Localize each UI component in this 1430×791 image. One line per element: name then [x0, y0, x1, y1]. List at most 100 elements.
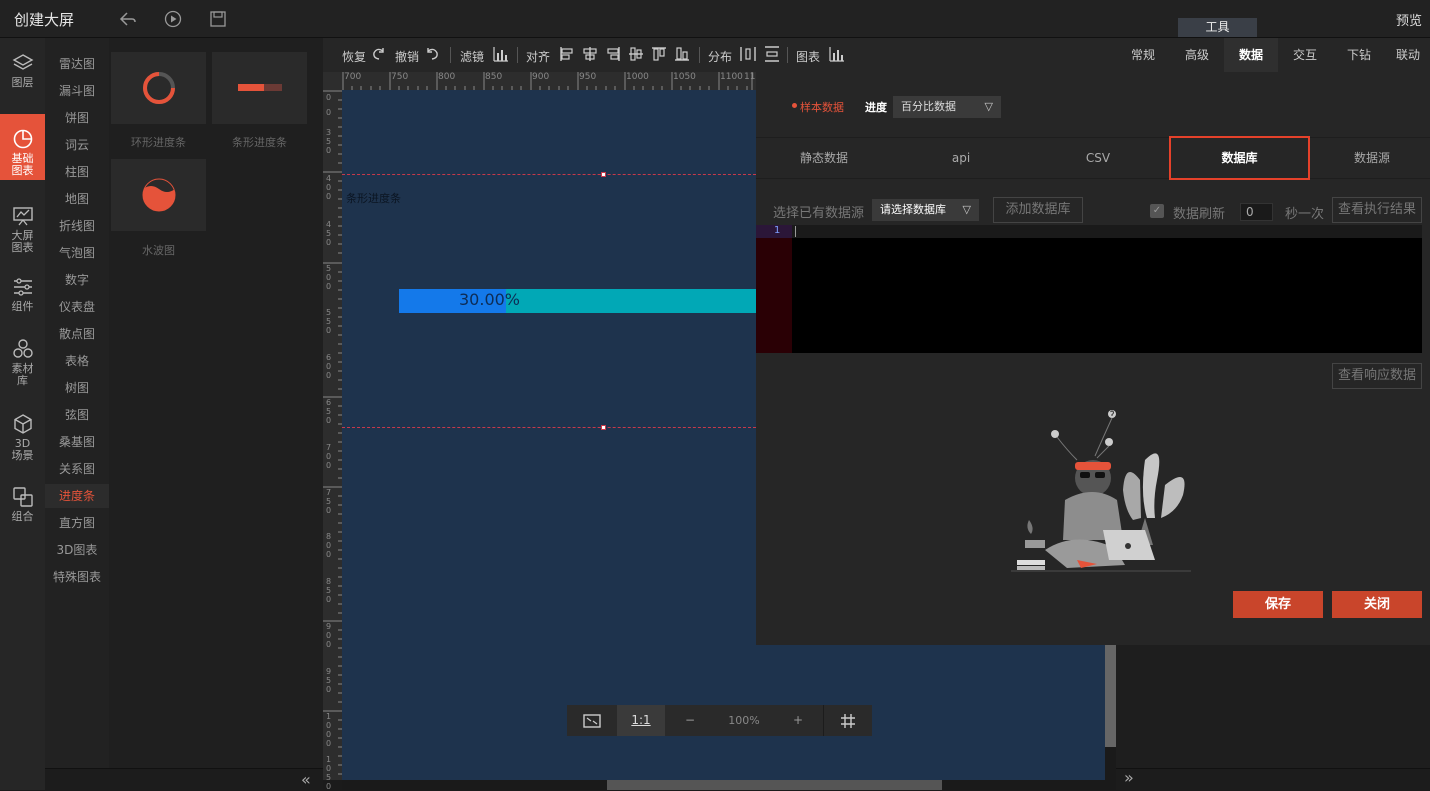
vertical-scrollbar-thumb[interactable]: [1105, 645, 1116, 747]
nav-materials[interactable]: 素材 库: [0, 338, 45, 387]
refresh-checkbox[interactable]: ✓: [1150, 204, 1164, 218]
guide-line-top[interactable]: [342, 174, 756, 175]
align-bottom-icon[interactable]: [674, 46, 690, 65]
bar-chart-icon[interactable]: [493, 46, 509, 65]
cube-icon: [13, 414, 32, 434]
sql-editor[interactable]: [792, 238, 1422, 353]
tab-data[interactable]: 数据: [1224, 38, 1278, 72]
category-item[interactable]: 特殊图表: [45, 565, 109, 589]
nav-layers[interactable]: 图层: [0, 52, 45, 89]
category-item[interactable]: 仪表盘: [45, 295, 109, 319]
tab-database[interactable]: 数据库: [1169, 136, 1310, 180]
chart-icon[interactable]: [829, 46, 845, 65]
tab-advanced[interactable]: 高级: [1170, 38, 1224, 72]
category-item[interactable]: 词云: [45, 133, 109, 157]
tools-tab[interactable]: 工具: [1178, 18, 1257, 37]
category-item[interactable]: 地图: [45, 187, 109, 211]
align-right-icon[interactable]: [605, 46, 621, 65]
tab-datasource[interactable]: 数据源: [1318, 138, 1426, 178]
back-icon[interactable]: [118, 9, 138, 29]
redo-icon[interactable]: [371, 46, 387, 65]
align-vcenter-icon[interactable]: [628, 46, 644, 65]
play-icon[interactable]: [163, 9, 183, 29]
category-item[interactable]: 饼图: [45, 106, 109, 130]
resize-handle-top[interactable]: [601, 172, 606, 177]
ruler-tick: 950: [326, 667, 332, 694]
category-item[interactable]: 3D图表: [45, 538, 109, 562]
tab-linkage[interactable]: 联动: [1386, 38, 1430, 72]
group-icon: [12, 487, 33, 507]
category-item[interactable]: 桑基图: [45, 430, 109, 454]
category-item[interactable]: 折线图: [45, 214, 109, 238]
nav-3d-scene[interactable]: 3D 场景: [0, 413, 45, 462]
category-item[interactable]: 漏斗图: [45, 79, 109, 103]
tab-drilldown[interactable]: 下钻: [1332, 38, 1386, 72]
align-top-icon[interactable]: [651, 46, 667, 65]
guide-line-bottom[interactable]: [342, 427, 756, 428]
category-item[interactable]: 柱图: [45, 160, 109, 184]
category-item[interactable]: 树图: [45, 376, 109, 400]
nav-basic-charts[interactable]: 基础 图表: [0, 114, 45, 180]
distribute-button[interactable]: 分布: [708, 48, 732, 65]
zoom-in-button[interactable]: +: [773, 705, 823, 736]
progress-data-select[interactable]: 百分比数据 ▽: [893, 96, 1001, 118]
tab-api[interactable]: api: [907, 138, 1015, 178]
ruler-left: 0 0 350 400 450 500 550 600 650 700 750 …: [323, 90, 342, 791]
zoom-out-button[interactable]: −: [665, 705, 715, 736]
thumb-bar-progress[interactable]: [212, 52, 307, 124]
distribute-v-icon[interactable]: [764, 46, 780, 65]
line-number: 1: [774, 225, 781, 236]
category-item[interactable]: 雷达图: [45, 52, 109, 76]
collapse-left-icon[interactable]: «: [301, 770, 311, 789]
category-item[interactable]: 弦图: [45, 403, 109, 427]
category-item[interactable]: 数字: [45, 268, 109, 292]
resize-handle-bottom[interactable]: [601, 425, 606, 430]
undo-icon[interactable]: [424, 46, 440, 65]
ruler-tick: 1050: [326, 755, 332, 791]
chart-button[interactable]: 图表: [796, 48, 820, 65]
grid-toggle-button[interactable]: [823, 705, 872, 736]
nav-group[interactable]: 组合: [0, 486, 45, 523]
category-item[interactable]: 散点图: [45, 322, 109, 346]
one-to-one-button[interactable]: 1:1: [617, 705, 665, 736]
category-item[interactable]: 关系图: [45, 457, 109, 481]
sample-data-label[interactable]: 样本数据: [800, 99, 844, 115]
align-button[interactable]: 对齐: [526, 48, 550, 65]
ruler-tick: 900: [326, 622, 332, 649]
category-item[interactable]: 气泡图: [45, 241, 109, 265]
undo-button[interactable]: 撤销: [395, 48, 419, 65]
editor-current-line[interactable]: [792, 225, 1422, 238]
thumb-ring-progress[interactable]: [111, 52, 206, 124]
close-button[interactable]: 关闭: [1332, 591, 1422, 618]
expand-right-icon[interactable]: »: [1124, 768, 1134, 787]
tab-csv[interactable]: CSV: [1044, 138, 1152, 178]
nav-screen-charts[interactable]: 大屏 图表: [0, 205, 45, 254]
align-center-icon[interactable]: [582, 46, 598, 65]
per-second-label: 秒一次: [1285, 207, 1325, 222]
thumb-liquid-fill[interactable]: [111, 159, 206, 231]
category-item-progress[interactable]: 进度条: [45, 484, 109, 508]
fit-screen-button[interactable]: [567, 705, 617, 736]
refresh-interval-input[interactable]: 0: [1240, 203, 1273, 221]
align-left-icon[interactable]: [559, 46, 575, 65]
restore-button[interactable]: 恢复: [342, 48, 366, 65]
nav-label: 素材 库: [11, 362, 34, 387]
view-result-button[interactable]: 查看执行结果: [1332, 197, 1422, 223]
filter-button[interactable]: 滤镜: [460, 48, 484, 65]
tab-static-data[interactable]: 静态数据: [770, 138, 878, 178]
preview-button[interactable]: 预览: [1396, 10, 1422, 29]
add-database-button[interactable]: 添加数据库: [993, 197, 1083, 223]
save-icon[interactable]: [208, 9, 228, 29]
database-select[interactable]: 请选择数据库 ▽: [872, 199, 979, 221]
horizontal-scrollbar-thumb[interactable]: [607, 780, 942, 790]
tab-interaction[interactable]: 交互: [1278, 38, 1332, 72]
category-item[interactable]: 表格: [45, 349, 109, 373]
nav-components[interactable]: 组件: [0, 276, 45, 313]
top-bar: 创建大屏 工具 预览: [0, 0, 1430, 38]
save-button[interactable]: 保存: [1233, 591, 1323, 618]
screen-chart-icon: [12, 207, 33, 226]
tab-general[interactable]: 常规: [1116, 38, 1170, 72]
view-response-button[interactable]: 查看响应数据: [1332, 363, 1422, 389]
distribute-h-icon[interactable]: [740, 46, 756, 65]
category-item[interactable]: 直方图: [45, 511, 109, 535]
